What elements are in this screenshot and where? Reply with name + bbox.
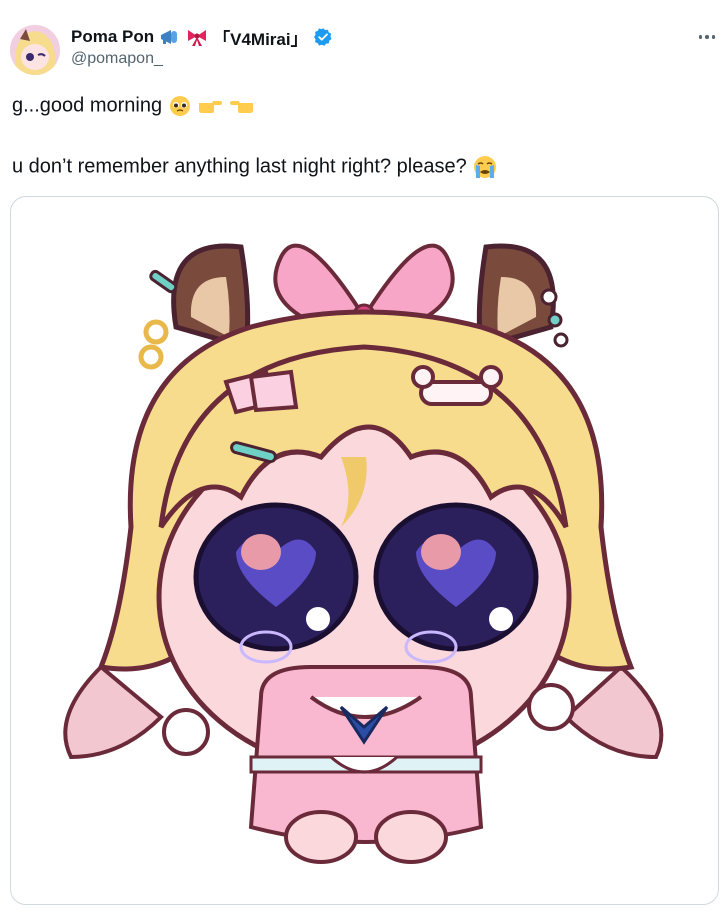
tweet-text-line-1: g...good morning	[12, 94, 255, 118]
tweet-media[interactable]	[10, 196, 719, 905]
ribbon-icon	[188, 30, 207, 46]
more-icon-dot	[711, 35, 716, 39]
more-options-button[interactable]	[694, 30, 720, 44]
more-icon-dot	[705, 35, 709, 39]
point-right-icon	[199, 101, 223, 113]
point-left-icon	[229, 101, 253, 113]
author-name-row[interactable]: Poma Pon 「V4Mirai」	[71, 25, 333, 49]
author-display-name-suffix: 「V4Mirai」	[213, 29, 308, 49]
more-icon	[698, 35, 703, 39]
avatar[interactable]	[10, 25, 60, 75]
pleading-face-icon	[169, 96, 190, 116]
megaphone-icon	[161, 30, 178, 44]
verified-badge-icon[interactable]	[313, 27, 333, 47]
tweet-text: u don’t remember anything last night rig…	[12, 155, 467, 178]
avatar-icon	[10, 25, 60, 75]
author-handle[interactable]: @pomapon_	[71, 50, 163, 68]
author-display-name[interactable]: Poma Pon	[71, 27, 154, 47]
crying-face-icon	[474, 156, 497, 178]
tweet-text-line-2: u don’t remember anything last night rig…	[12, 154, 498, 180]
chibi-illustration	[63, 243, 664, 864]
tweet-text: g...good morning	[12, 94, 163, 117]
